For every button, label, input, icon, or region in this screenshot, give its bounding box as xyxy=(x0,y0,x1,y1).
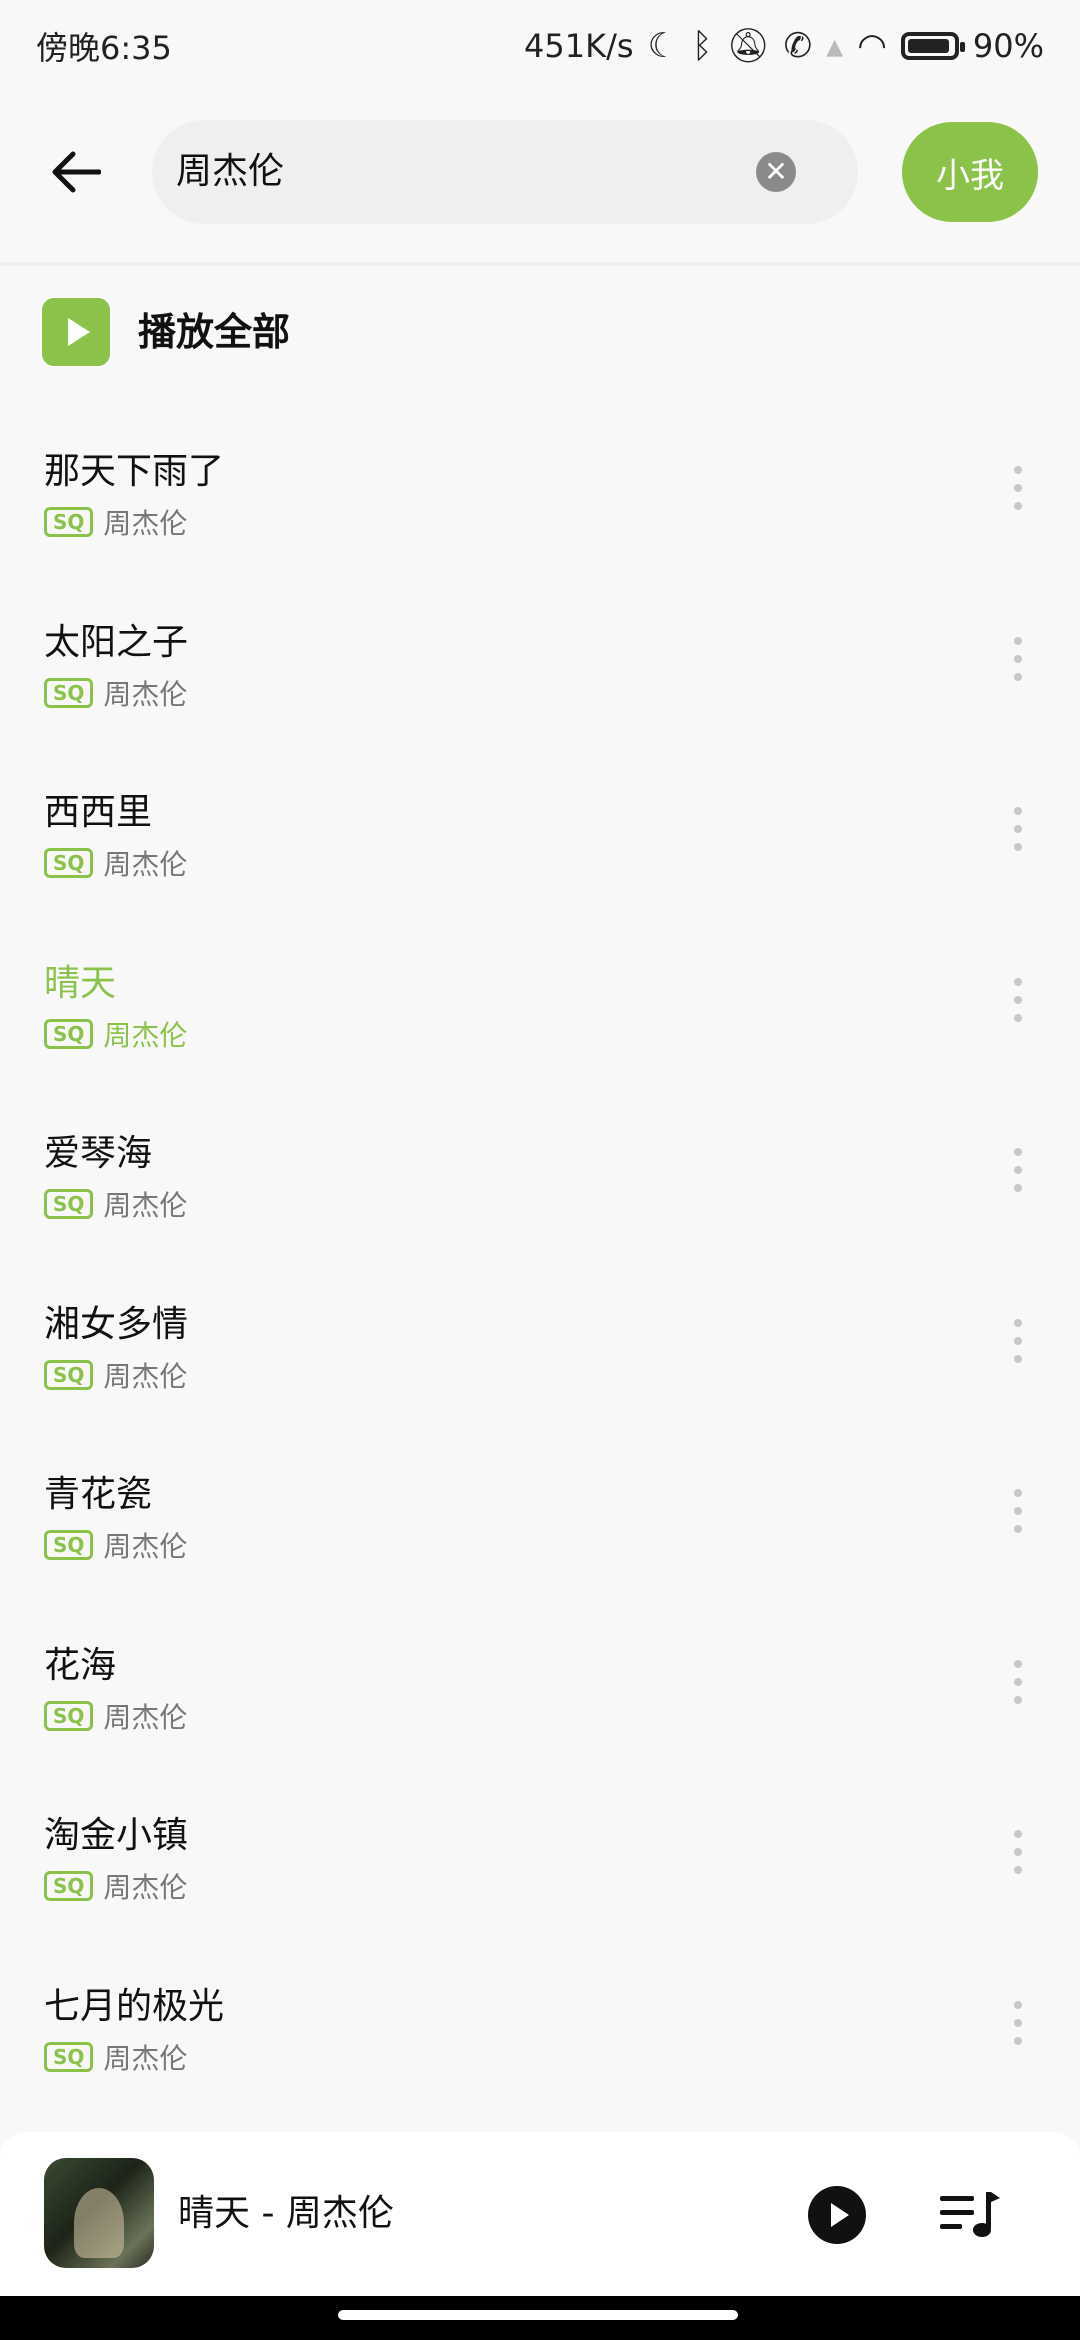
song-row[interactable]: 那天下雨了 SQ 周杰伦 xyxy=(0,404,1080,575)
call-icon: ✆ xyxy=(783,26,813,66)
battery-percent: 90% xyxy=(972,27,1044,65)
song-title: 淘金小镇 xyxy=(44,1815,189,1856)
song-row[interactable]: 青花瓷 SQ 周杰伦 xyxy=(0,1427,1080,1598)
song-title: 花海 xyxy=(44,1644,117,1686)
song-row-playing[interactable]: 晴天 SQ 周杰伦 xyxy=(0,916,1080,1087)
more-options-icon[interactable] xyxy=(1012,2000,1024,2045)
song-row[interactable]: 爱琴海 SQ 周杰伦 xyxy=(0,1086,1080,1257)
quality-badge: SQ xyxy=(44,2041,94,2072)
more-options-icon[interactable] xyxy=(1012,1659,1024,1704)
more-options-icon[interactable] xyxy=(1012,466,1024,510)
song-subtitle: SQ 周杰伦 xyxy=(44,2037,187,2077)
now-playing-title[interactable]: 晴天 - 周杰伦 xyxy=(178,2132,394,2296)
song-subtitle: SQ 周杰伦 xyxy=(44,843,187,883)
more-options-icon[interactable] xyxy=(1012,1148,1024,1192)
song-title: 太阳之子 xyxy=(44,621,189,663)
quality-badge: SQ xyxy=(44,677,94,708)
quality-badge: SQ xyxy=(44,1018,94,1049)
song-subtitle: SQ 周杰伦 xyxy=(44,1014,187,1054)
more-options-icon[interactable] xyxy=(1012,1318,1024,1363)
status-bar: 傍晚6:35 451K/s ☾ ᛒ 🔕︎ ✆ ▴ ◠ 90% xyxy=(0,0,1080,92)
quality-badge: SQ xyxy=(44,1359,94,1390)
moon-icon: ☾ xyxy=(647,26,679,66)
song-artist: 周杰伦 xyxy=(103,1871,188,1904)
clear-search-button[interactable]: ✕ xyxy=(756,152,796,192)
play-all-label: 播放全部 xyxy=(138,310,291,354)
song-artist: 周杰伦 xyxy=(103,1530,188,1563)
status-icons: 451K/s ☾ ᛒ 🔕︎ ✆ ▴ ◠ 90% xyxy=(524,27,1044,65)
arrow-left-icon xyxy=(52,151,101,193)
song-row[interactable]: 花海 SQ 周杰伦 xyxy=(0,1598,1080,1769)
song-row[interactable]: 淘金小镇 SQ 周杰伦 xyxy=(0,1768,1080,1939)
home-indicator[interactable] xyxy=(338,2310,738,2320)
play-all-row[interactable]: 播放全部 xyxy=(0,290,1080,380)
song-row[interactable]: 七月的极光 SQ 周杰伦 xyxy=(0,1939,1080,2110)
quality-badge: SQ xyxy=(44,1530,94,1560)
bell-off-icon: 🔕︎ xyxy=(726,26,770,66)
play-pause-button[interactable] xyxy=(808,2186,866,2244)
song-title: 青花瓷 xyxy=(44,1474,153,1515)
wifi-icon: ◠ xyxy=(857,26,887,66)
network-speed: 451K/s xyxy=(524,27,634,65)
song-artist: 周杰伦 xyxy=(103,2041,188,2075)
status-time: 傍晚6:35 xyxy=(36,29,172,67)
quality-badge: SQ xyxy=(44,1700,94,1731)
search-query[interactable]: 周杰伦 xyxy=(176,120,284,224)
song-subtitle: SQ 周杰伦 xyxy=(44,1525,187,1565)
search-button[interactable]: 小我 xyxy=(902,122,1038,222)
header-divider xyxy=(0,262,1080,266)
song-title: 爱琴海 xyxy=(44,1133,153,1174)
song-row[interactable]: 太阳之子 SQ 周杰伦 xyxy=(0,575,1080,746)
song-subtitle: SQ 周杰伦 xyxy=(44,673,187,713)
quality-badge: SQ xyxy=(44,848,94,878)
song-artist: 周杰伦 xyxy=(103,1700,188,1734)
play-icon xyxy=(830,2203,849,2227)
play-all-button[interactable] xyxy=(42,298,110,366)
song-title: 湘女多情 xyxy=(44,1303,189,1345)
song-subtitle: SQ 周杰伦 xyxy=(44,1184,187,1224)
signal-icon: ▴ xyxy=(826,26,844,66)
song-subtitle: SQ 周杰伦 xyxy=(44,1696,187,1736)
song-row[interactable]: 湘女多情 SQ 周杰伦 xyxy=(0,1257,1080,1428)
close-icon: ✕ xyxy=(764,155,788,188)
quality-badge: SQ xyxy=(44,1871,94,1901)
song-artist: 周杰伦 xyxy=(103,677,188,711)
song-list: 那天下雨了 SQ 周杰伦 太阳之子 SQ 周杰伦 西西里 SQ 周杰伦 晴天 S… xyxy=(0,404,1080,2109)
song-artist: 周杰伦 xyxy=(103,507,188,540)
album-cover[interactable] xyxy=(44,2158,154,2268)
song-title: 晴天 xyxy=(44,962,117,1004)
bluetooth-icon: ᛒ xyxy=(692,26,713,66)
search-header: 周杰伦 ✕ 小我 xyxy=(0,92,1080,262)
more-options-icon[interactable] xyxy=(1012,977,1024,1022)
play-icon xyxy=(68,318,90,346)
playlist-icon[interactable] xyxy=(940,2190,1002,2240)
song-artist: 周杰伦 xyxy=(103,1359,188,1393)
song-title: 那天下雨了 xyxy=(44,451,225,492)
more-options-icon[interactable] xyxy=(1012,1830,1024,1874)
quality-badge: SQ xyxy=(44,1189,94,1219)
more-options-icon[interactable] xyxy=(1012,1489,1024,1533)
song-artist: 周杰伦 xyxy=(103,848,188,881)
more-options-icon[interactable] xyxy=(1012,636,1024,681)
battery-icon xyxy=(900,32,965,60)
system-nav-bar xyxy=(0,2296,1080,2340)
song-title: 西西里 xyxy=(44,792,153,833)
search-input[interactable]: 周杰伦 ✕ xyxy=(152,120,858,224)
song-subtitle: SQ 周杰伦 xyxy=(44,1866,187,1906)
more-options-icon[interactable] xyxy=(1012,807,1024,851)
song-row[interactable]: 西西里 SQ 周杰伦 xyxy=(0,745,1080,916)
song-subtitle: SQ 周杰伦 xyxy=(44,502,187,542)
song-artist: 周杰伦 xyxy=(103,1189,188,1222)
back-button[interactable] xyxy=(44,140,108,204)
quality-badge: SQ xyxy=(44,507,94,537)
song-artist: 周杰伦 xyxy=(103,1018,188,1052)
song-title: 七月的极光 xyxy=(44,1985,225,2027)
mini-player[interactable]: 晴天 - 周杰伦 xyxy=(0,2132,1080,2296)
song-subtitle: SQ 周杰伦 xyxy=(44,1355,187,1395)
